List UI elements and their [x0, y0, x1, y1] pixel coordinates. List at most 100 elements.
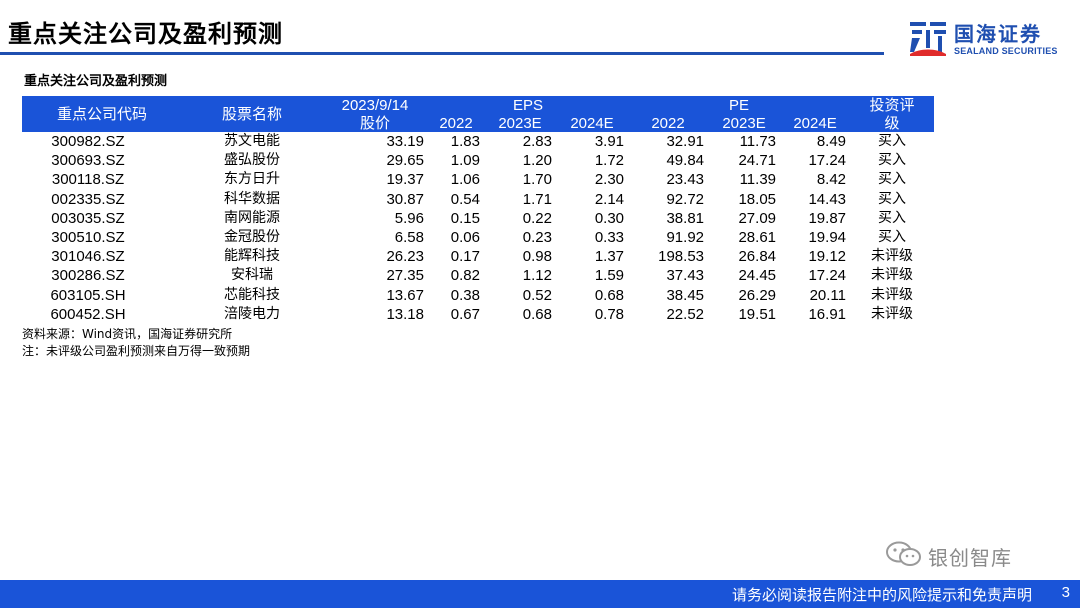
cell-pe-2023e: 24.71 — [738, 152, 777, 170]
cell-eps-2022: 1.06 — [450, 171, 480, 189]
cell-price: 6.58 — [394, 229, 424, 247]
cell-pe-2024e: 20.11 — [809, 286, 847, 304]
sealand-logo-icon — [910, 22, 946, 56]
cell-pe-2022: 91.92 — [666, 229, 705, 247]
cell-pe-2023e: 26.84 — [738, 248, 777, 266]
header-rating-line2: 级 — [850, 114, 935, 132]
cell-pe-2024e: 17.24 — [808, 152, 847, 170]
table-row: 301046.SZ 能辉科技 26.23 0.17 0.98 1.37 198.53 26.8… — [22, 247, 934, 266]
cell-rating: 未评级 — [871, 286, 914, 303]
cell-name: 涪陵电力 — [224, 305, 280, 322]
cell-pe-2023e: 11.39 — [739, 171, 777, 189]
header-code: 重点公司代码 — [22, 96, 182, 132]
watermark-text: 银创智库 — [928, 546, 1012, 570]
header-pe-2024e: 2024E — [780, 114, 851, 132]
cell-eps-2024e: 2.30 — [594, 171, 625, 189]
table-row: 300693.SZ 盛弘股份 29.65 1.09 1.20 1.72 49.84 24.71… — [22, 151, 934, 170]
cell-pe-2023e: 24.45 — [738, 267, 777, 285]
header-eps-2022: 2022 — [428, 114, 484, 132]
cell-eps-2023e: 0.52 — [522, 286, 552, 304]
cell-eps-2022: 0.06 — [450, 229, 480, 247]
cell-eps-2022: 0.82 — [450, 267, 480, 285]
cell-rating: 买入 — [878, 209, 907, 226]
header-price-date: 2023/9/14 — [322, 96, 428, 114]
watermark: 银创智库 — [884, 540, 1064, 570]
cell-eps-2022: 0.17 — [450, 248, 480, 266]
cell-rating: 未评级 — [871, 248, 914, 265]
cell-price: 13.18 — [386, 305, 424, 323]
cell-code: 300982.SZ — [51, 133, 125, 151]
cell-eps-2023e: 0.68 — [522, 305, 552, 323]
cell-pe-2022: 198.53 — [658, 248, 705, 266]
cell-pe-2023e: 28.61 — [738, 229, 777, 247]
header-name: 股票名称 — [182, 96, 322, 132]
table-caption: 重点关注公司及盈利预测 — [24, 74, 168, 89]
cell-eps-2022: 1.83 — [450, 133, 480, 151]
cell-eps-2023e: 2.83 — [522, 133, 552, 151]
cell-pe-2023e: 26.29 — [738, 286, 777, 304]
logo-english-name: SEALAND SECURITIES — [954, 46, 1058, 56]
cell-eps-2022: 0.38 — [450, 286, 480, 304]
footnote: 注：未评级公司盈利预测来自万得一致预期 — [22, 344, 251, 358]
cell-pe-2024e: 14.43 — [808, 190, 847, 208]
footer-disclaimer: 请务必阅读报告附注中的风险提示和免责声明 — [731, 586, 1032, 604]
cell-price: 19.37 — [386, 171, 424, 189]
table-row: 300118.SZ 东方日升 19.37 1.06 1.70 2.30 23.43 11.39… — [22, 170, 934, 189]
logo-chinese-name: 国海证券 — [954, 22, 1042, 46]
cell-pe-2022: 23.43 — [666, 171, 705, 189]
cell-pe-2022: 38.81 — [666, 209, 705, 227]
cell-eps-2024e: 3.91 — [594, 133, 625, 151]
page-title: 重点关注公司及盈利预测 — [8, 20, 283, 48]
cell-name: 苏文电能 — [224, 133, 280, 150]
cell-pe-2024e: 19.12 — [808, 248, 847, 266]
table-row: 003035.SZ 南网能源 5.96 0.15 0.22 0.30 38.81 27.09 1… — [22, 209, 934, 228]
cell-eps-2023e: 0.22 — [522, 209, 552, 227]
cell-code: 301046.SZ — [51, 248, 125, 266]
cell-eps-2024e: 0.30 — [594, 209, 625, 227]
table-row: 300982.SZ 苏文电能 33.19 1.83 2.83 3.91 32.91 11.73… — [22, 132, 934, 151]
cell-pe-2022: 22.52 — [666, 305, 705, 323]
header-pe: PE — [628, 96, 851, 114]
cell-pe-2022: 49.84 — [666, 152, 705, 170]
table-row: 300510.SZ 金冠股份 6.58 0.06 0.23 0.33 91.92 28.61 1… — [22, 228, 934, 247]
cell-name: 芯能科技 — [224, 286, 280, 303]
cell-eps-2024e: 1.72 — [594, 152, 625, 170]
header-price: 股价 — [322, 114, 428, 132]
page-number: 3 — [1061, 584, 1070, 601]
cell-name: 南网能源 — [224, 209, 280, 226]
cell-name: 安科瑞 — [231, 267, 273, 284]
cell-code: 002335.SZ — [51, 190, 125, 208]
cell-pe-2022: 32.91 — [666, 133, 705, 151]
cell-code: 300693.SZ — [51, 152, 125, 170]
cell-price: 33.19 — [386, 133, 424, 151]
table-body: 300982.SZ 苏文电能 33.19 1.83 2.83 3.91 32.91 11.73… — [22, 132, 934, 324]
cell-pe-2023e: 27.09 — [738, 209, 777, 227]
table-row: 002335.SZ 科华数据 30.87 0.54 1.71 2.14 92.72 18.05… — [22, 190, 934, 209]
cell-pe-2022: 38.45 — [666, 286, 705, 304]
header-eps-2024e: 2024E — [556, 114, 629, 132]
earnings-forecast-table: 重点公司代码 股票名称 2023/9/14 EPS PE 投资评 股价 2022… — [22, 96, 935, 324]
cell-eps-2023e: 0.23 — [522, 229, 552, 247]
cell-eps-2023e: 1.71 — [522, 190, 552, 208]
cell-price: 27.35 — [386, 267, 424, 285]
cell-price: 13.67 — [386, 286, 424, 304]
table-row: 603105.SH 芯能科技 13.67 0.38 0.52 0.68 38.45 26.29… — [22, 286, 934, 305]
cell-eps-2022: 0.54 — [450, 190, 480, 208]
cell-rating: 未评级 — [871, 267, 914, 284]
cell-pe-2023e: 18.05 — [738, 190, 777, 208]
cell-name: 科华数据 — [224, 190, 280, 207]
cell-code: 300118.SZ — [51, 171, 125, 189]
table-row: 600452.SH 涪陵电力 13.18 0.67 0.68 0.78 22.52 19.51… — [22, 305, 934, 324]
cell-rating: 买入 — [878, 171, 907, 188]
cell-eps-2024e: 1.37 — [594, 248, 625, 266]
cell-eps-2024e: 0.33 — [594, 229, 625, 247]
cell-name: 盛弘股份 — [224, 152, 280, 169]
cell-price: 30.87 — [386, 190, 424, 208]
cell-price: 5.96 — [394, 209, 424, 227]
title-divider — [0, 52, 884, 55]
header-pe-2023e: 2023E — [708, 114, 781, 132]
header-pe-2022: 2022 — [628, 114, 709, 132]
cell-pe-2024e: 19.87 — [808, 209, 847, 227]
cell-eps-2022: 0.67 — [450, 305, 480, 323]
cell-pe-2024e: 19.94 — [808, 229, 847, 247]
